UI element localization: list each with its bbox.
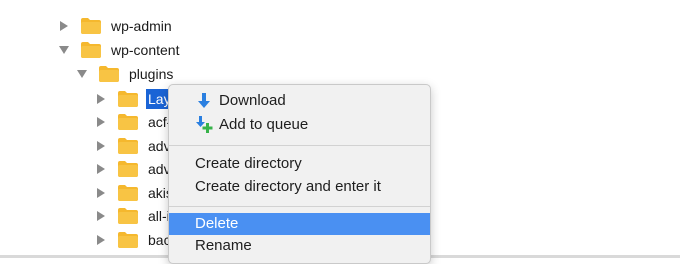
folder-icon (118, 114, 138, 130)
menu-item-add-to-queue[interactable]: Add to queue (169, 114, 430, 136)
folder-icon (118, 91, 138, 107)
expand-arrow-icon[interactable] (94, 186, 108, 200)
folder-icon (81, 18, 101, 34)
menu-item-label: Download (219, 92, 286, 109)
download-arrow-icon (195, 92, 213, 110)
tree-item-wp-admin[interactable]: wp-admin (57, 15, 174, 37)
add-to-queue-icon (195, 116, 213, 134)
menu-item-label: Delete (195, 215, 239, 232)
folder-icon (118, 161, 138, 177)
menu-item-rename[interactable]: Rename (169, 235, 430, 257)
menu-item-label: Rename (195, 237, 252, 254)
tree-item[interactable]: adv (94, 135, 173, 157)
menu-item-label: Create directory and enter it (195, 178, 381, 195)
tree-item-label: wp-admin (111, 18, 172, 34)
tree-item[interactable]: bac (94, 229, 173, 251)
context-menu: Download Add to queue Create directory C… (168, 84, 431, 264)
menu-item-label: Add to queue (219, 116, 309, 133)
folder-icon (118, 138, 138, 154)
menu-item-label: Create directory (195, 155, 302, 172)
tree-item-label: wp-content (111, 42, 180, 58)
menu-separator (169, 206, 430, 207)
folder-icon (99, 66, 119, 82)
expand-arrow-icon[interactable] (94, 209, 108, 223)
tree-item[interactable]: adv (94, 158, 173, 180)
expand-arrow-icon[interactable] (94, 139, 108, 153)
folder-icon (118, 185, 138, 201)
folder-icon (118, 232, 138, 248)
tree-item[interactable]: akis (94, 182, 175, 204)
expand-arrow-icon[interactable] (57, 19, 71, 33)
expand-arrow-icon[interactable] (94, 162, 108, 176)
tree-item[interactable]: all-i (94, 205, 172, 227)
folder-icon (118, 208, 138, 224)
expand-arrow-icon[interactable] (94, 92, 108, 106)
collapse-arrow-icon[interactable] (75, 67, 89, 81)
menu-item-download[interactable]: Download (169, 90, 430, 112)
menu-separator (169, 145, 430, 146)
expand-arrow-icon[interactable] (94, 115, 108, 129)
menu-item-create-directory[interactable]: Create directory (169, 153, 430, 175)
collapse-arrow-icon[interactable] (57, 43, 71, 57)
tree-item[interactable]: acf- (94, 111, 173, 133)
menu-item-create-directory-enter[interactable]: Create directory and enter it (169, 176, 430, 198)
tree-item-plugins[interactable]: plugins (75, 63, 175, 85)
expand-arrow-icon[interactable] (94, 233, 108, 247)
tree-item-selected[interactable]: Lay (94, 88, 173, 110)
menu-item-delete[interactable]: Delete (169, 213, 430, 235)
folder-icon (81, 42, 101, 58)
tree-item-wp-content[interactable]: wp-content (57, 39, 181, 61)
tree-item-label: plugins (129, 66, 174, 82)
